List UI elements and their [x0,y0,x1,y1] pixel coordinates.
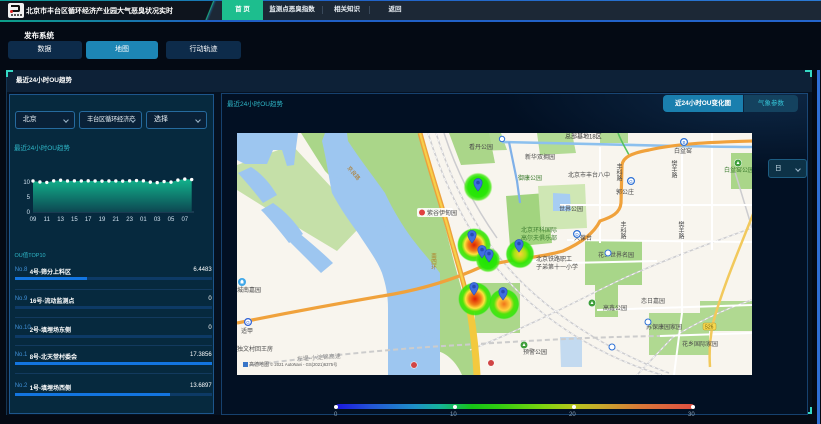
svg-text:23: 23 [126,217,133,223]
svg-text:01: 01 [140,217,147,223]
svg-text:高德地图 © 2021 AutoNavi - GS(2021: 高德地图 © 2021 AutoNavi - GS(2021)6375号 [249,361,337,368]
svg-text:03: 03 [154,217,161,223]
svg-text:北京环科国际: 北京环科国际 [521,226,557,234]
svg-text:北京铁路职工: 北京铁路职工 [536,255,572,263]
svg-text:5: 5 [27,195,31,201]
svg-text:南四环: 南四环 [430,252,437,271]
svg-text:丰科路: 丰科路 [619,220,626,240]
svg-text:世界公园: 世界公园 [559,205,583,213]
svg-text:花乡世界名园: 花乡世界名园 [598,251,634,259]
svg-text:13: 13 [57,217,64,223]
svg-text:预警公园: 预警公园 [523,348,547,356]
svg-text:05: 05 [168,217,175,223]
svg-text:苏保康园家园: 苏保康园家园 [646,323,682,331]
svg-text:独文村回王房: 独文村回王房 [237,345,273,353]
svg-text:07: 07 [181,217,188,223]
svg-text:御康公园: 御康公园 [518,174,542,182]
svg-text:新华双拥园: 新华双拥园 [525,153,555,161]
svg-text:09: 09 [30,217,37,223]
svg-text:看丹公园: 看丹公园 [469,143,493,151]
svg-text:樊羊路: 樊羊路 [677,220,684,240]
svg-text:白盆窑: 白盆窑 [674,147,692,155]
svg-text:子弟第十一小学: 子弟第十一小学 [536,263,578,271]
svg-text:0: 0 [27,210,31,216]
svg-text:白盆窑公园: 白盆窑公园 [724,166,752,174]
svg-text:17: 17 [85,217,92,223]
svg-text:紫谷伊甸园: 紫谷伊甸园 [427,209,457,217]
svg-text:11: 11 [44,217,51,223]
svg-text:丰科路: 丰科路 [615,162,622,182]
svg-text:15: 15 [71,217,78,223]
svg-text:北京市丰台八中: 北京市丰台八中 [568,171,610,179]
svg-text:B: B [682,140,685,145]
svg-text:城南嘉园: 城南嘉园 [237,286,261,294]
svg-text:S26: S26 [705,325,714,331]
svg-text:19: 19 [99,217,106,223]
svg-text:高尔夫俱乐部: 高尔夫俱乐部 [521,234,557,242]
svg-text:21: 21 [112,217,119,223]
svg-text:恋日嘉园: 恋日嘉园 [641,297,665,305]
svg-text:G: G [246,320,250,325]
svg-text:高鑫公园: 高鑫公园 [603,304,627,312]
svg-text:花乡国际家园: 花乡国际家园 [682,340,718,348]
svg-text:G: G [629,179,633,184]
svg-text:总部基地18区: 总部基地18区 [565,133,602,141]
svg-text:郭公庄: 郭公庄 [616,188,634,196]
svg-text:10: 10 [23,180,30,186]
svg-text:樊羊路: 樊羊路 [670,159,677,179]
svg-text:适甲: 适甲 [241,327,253,335]
